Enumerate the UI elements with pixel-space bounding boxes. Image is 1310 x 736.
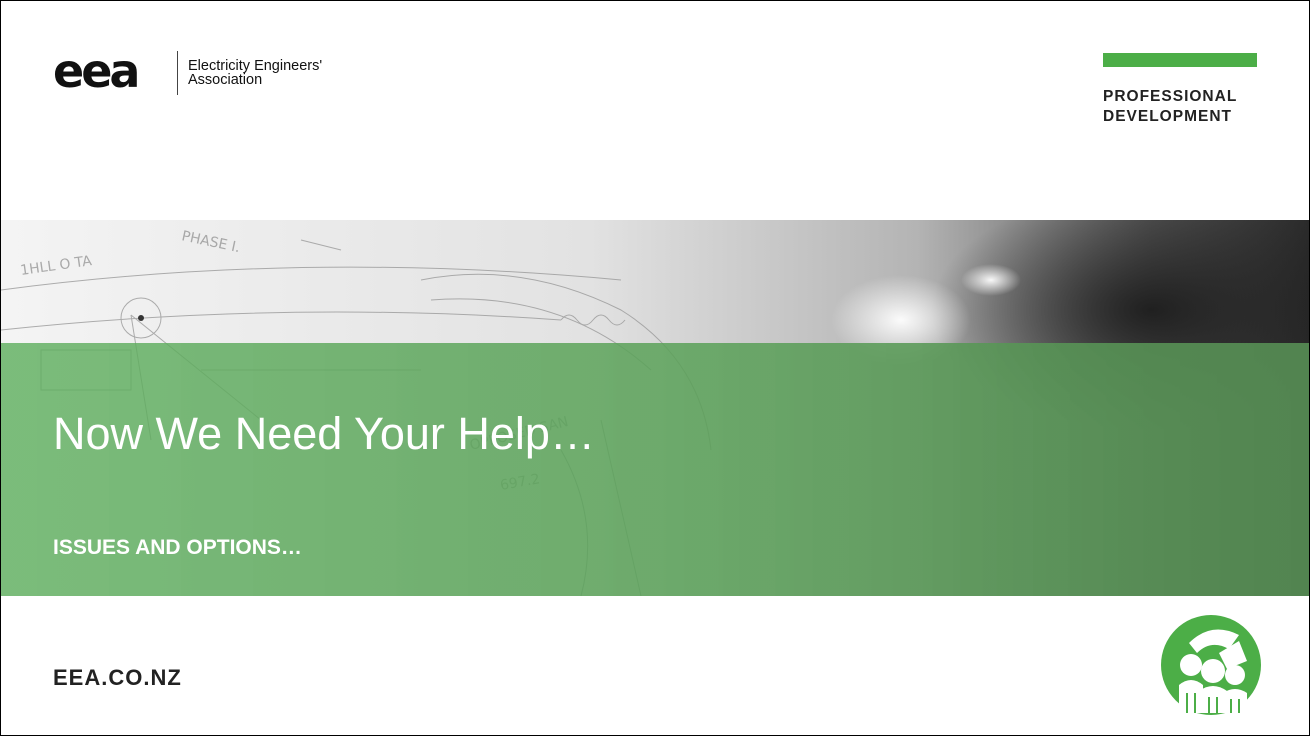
logo-divider bbox=[177, 51, 178, 95]
professional-development-emblem-icon bbox=[1161, 615, 1261, 715]
slide-title: Now We Need Your Help… bbox=[53, 408, 595, 459]
eea-logo-mark: eea bbox=[53, 53, 140, 93]
org-name-line1: Electricity Engineers' bbox=[188, 58, 323, 74]
program-label-line1: PROFESSIONAL bbox=[1103, 88, 1238, 105]
website-url: EEA.CO.NZ bbox=[53, 665, 182, 690]
slide-subtitle: ISSUES AND OPTIONS… bbox=[53, 536, 302, 559]
program-label: PROFESSIONAL DEVELOPMENT bbox=[1103, 87, 1257, 127]
program-label-line2: DEVELOPMENT bbox=[1103, 108, 1232, 125]
program-tag: PROFESSIONAL DEVELOPMENT bbox=[1103, 53, 1257, 127]
logo-word: eea bbox=[53, 53, 137, 93]
eea-logo: eea Electricity Engineers' Association bbox=[53, 51, 322, 95]
hero-section: PHASE I. 1HLL O TA OPPOSED SAN 697.2 Now… bbox=[1, 220, 1309, 596]
program-accent-bar bbox=[1103, 53, 1257, 67]
org-name-line2: Association bbox=[188, 72, 263, 88]
slide: eea Electricity Engineers' Association P… bbox=[0, 0, 1310, 736]
org-name: Electricity Engineers' Association bbox=[188, 58, 323, 88]
